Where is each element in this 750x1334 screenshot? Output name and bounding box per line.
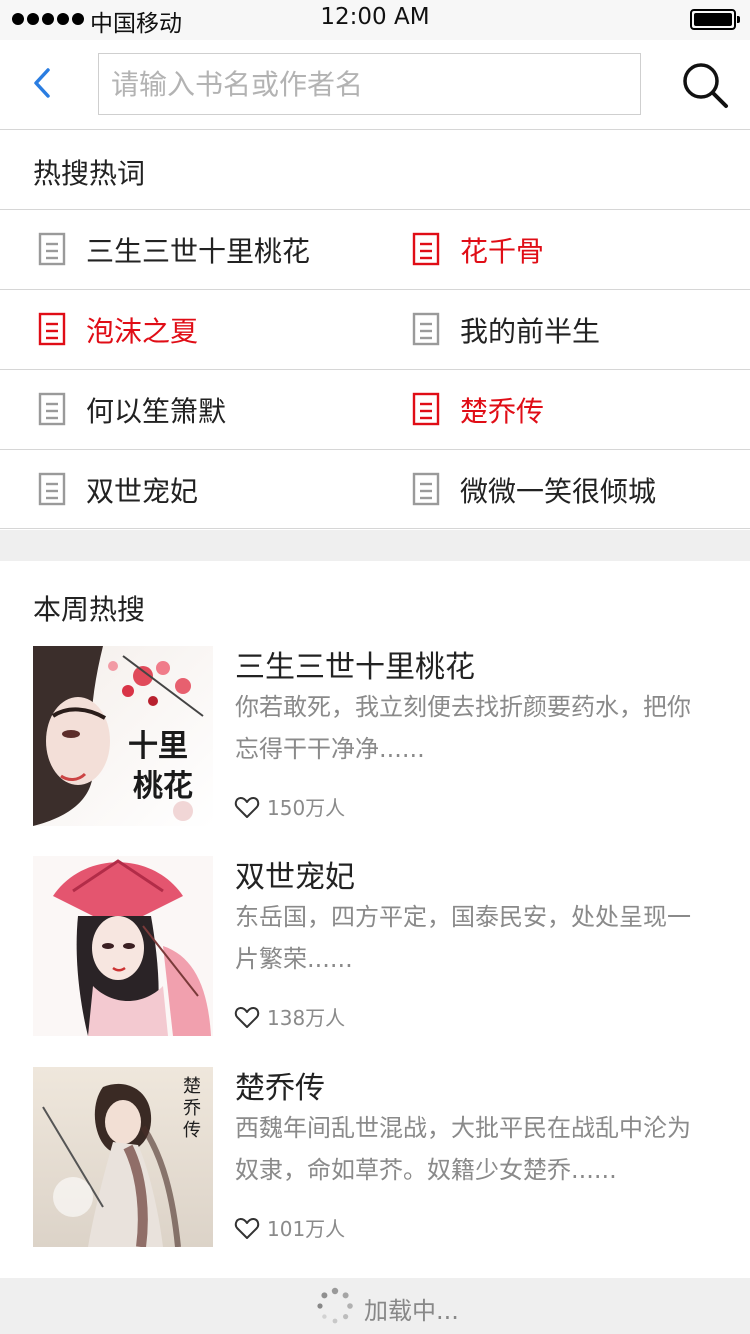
document-icon	[38, 472, 66, 505]
document-icon	[412, 232, 440, 265]
search-button[interactable]	[680, 60, 730, 110]
svg-text:传: 传	[183, 1120, 201, 1141]
back-button[interactable]	[26, 62, 66, 102]
book-cover-image: 楚 乔 传	[33, 1067, 213, 1247]
document-icon	[38, 312, 66, 345]
book-item[interactable]: 双世宠妃 东岳国，四方平定，国泰民安，处处呈现一片繁荣...... 138万人	[0, 856, 750, 1038]
loading-text: 加载中...	[364, 1297, 459, 1325]
book-item[interactable]: 十里 桃花 三生三世十里桃花 你若敢死，我立刻便去找折颜要药水，把你忘得干干净净…	[0, 646, 750, 828]
book-cover-image: 十里 桃花	[33, 646, 213, 826]
hot-word-label: 楚乔传	[460, 394, 545, 428]
heart-icon	[234, 1006, 260, 1028]
book-title: 双世宠妃	[235, 860, 355, 895]
hot-word-item[interactable]: 花千骨	[412, 210, 742, 289]
hot-word-label: 花千骨	[460, 234, 545, 268]
document-icon	[412, 312, 440, 345]
battery-icon	[690, 9, 740, 30]
document-icon	[38, 232, 66, 265]
status-bar: 中国移动 12:00 AM	[0, 0, 750, 40]
hot-word-item[interactable]: 楚乔传	[412, 370, 742, 449]
hot-word-label: 微微一笑很倾城	[460, 474, 657, 508]
book-title: 三生三世十里桃花	[235, 650, 475, 685]
chevron-left-icon	[34, 68, 50, 98]
hot-words-row: 何以笙箫默 楚乔传	[0, 369, 750, 449]
hot-word-item[interactable]: 双世宠妃	[38, 450, 378, 529]
hot-words-row: 双世宠妃 微微一笑很倾城	[0, 449, 750, 529]
hot-words-grid: 三生三世十里桃花 花千骨泡沫之夏 我的前半生何以笙箫默 楚乔传双世宠妃 微微一笑很倾城	[0, 209, 750, 529]
search-icon	[683, 63, 728, 108]
hot-word-item[interactable]: 微微一笑很倾城	[412, 450, 742, 529]
hot-word-item[interactable]: 三生三世十里桃花	[38, 210, 378, 289]
likes-count: 138万人	[267, 1006, 346, 1030]
search-header	[0, 40, 750, 130]
book-description: 东岳国，四方平定，国泰民安，处处呈现一片繁荣......	[235, 903, 691, 973]
hot-word-label: 何以笙箫默	[86, 394, 227, 428]
svg-text:桃花: 桃花	[133, 769, 193, 804]
hot-words-row: 泡沫之夏 我的前半生	[0, 289, 750, 369]
document-icon	[412, 472, 440, 505]
hot-word-item[interactable]: 我的前半生	[412, 290, 742, 369]
hot-word-label: 我的前半生	[460, 314, 601, 348]
heart-icon	[234, 796, 260, 818]
hot-word-label: 三生三世十里桃花	[86, 234, 311, 268]
book-likes: 138万人	[234, 1002, 345, 1031]
spinner-icon	[317, 1287, 353, 1324]
book-item[interactable]: 楚 乔 传 楚乔传 西魏年间乱世混战，大批平民在战乱中沦为奴隶，命如草芥。奴籍少…	[0, 1067, 750, 1249]
hot-word-item[interactable]: 何以笙箫默	[38, 370, 378, 449]
hot-word-label: 双世宠妃	[86, 474, 199, 508]
search-field[interactable]	[98, 53, 641, 115]
search-input[interactable]	[99, 54, 640, 114]
likes-count: 101万人	[267, 1217, 346, 1241]
document-icon	[412, 392, 440, 425]
likes-count: 150万人	[267, 796, 346, 820]
book-likes: 101万人	[234, 1213, 345, 1242]
svg-text:楚: 楚	[183, 1076, 201, 1097]
svg-text:乔: 乔	[183, 1098, 201, 1119]
document-icon	[38, 392, 66, 425]
heart-icon	[234, 1217, 260, 1239]
book-description: 你若敢死，我立刻便去找折颜要药水，把你忘得干干净净......	[235, 693, 691, 763]
loading-indicator: 加载中...	[0, 1278, 750, 1334]
hot-word-item[interactable]: 泡沫之夏	[38, 290, 378, 369]
svg-text:十里: 十里	[128, 729, 188, 764]
book-likes: 150万人	[234, 792, 345, 821]
status-time: 12:00 AM	[320, 4, 430, 30]
book-description: 西魏年间乱世混战，大批平民在战乱中沦为奴隶，命如草芥。奴籍少女楚乔......	[235, 1114, 691, 1184]
hot-words-row: 三生三世十里桃花 花千骨	[0, 209, 750, 289]
hot-word-label: 泡沫之夏	[86, 314, 199, 348]
hot-words-title: 热搜热词	[33, 157, 146, 190]
book-title: 楚乔传	[235, 1071, 325, 1106]
weekly-hot-title: 本周热搜	[33, 593, 146, 626]
section-divider	[0, 530, 750, 561]
book-cover-image	[33, 856, 213, 1036]
